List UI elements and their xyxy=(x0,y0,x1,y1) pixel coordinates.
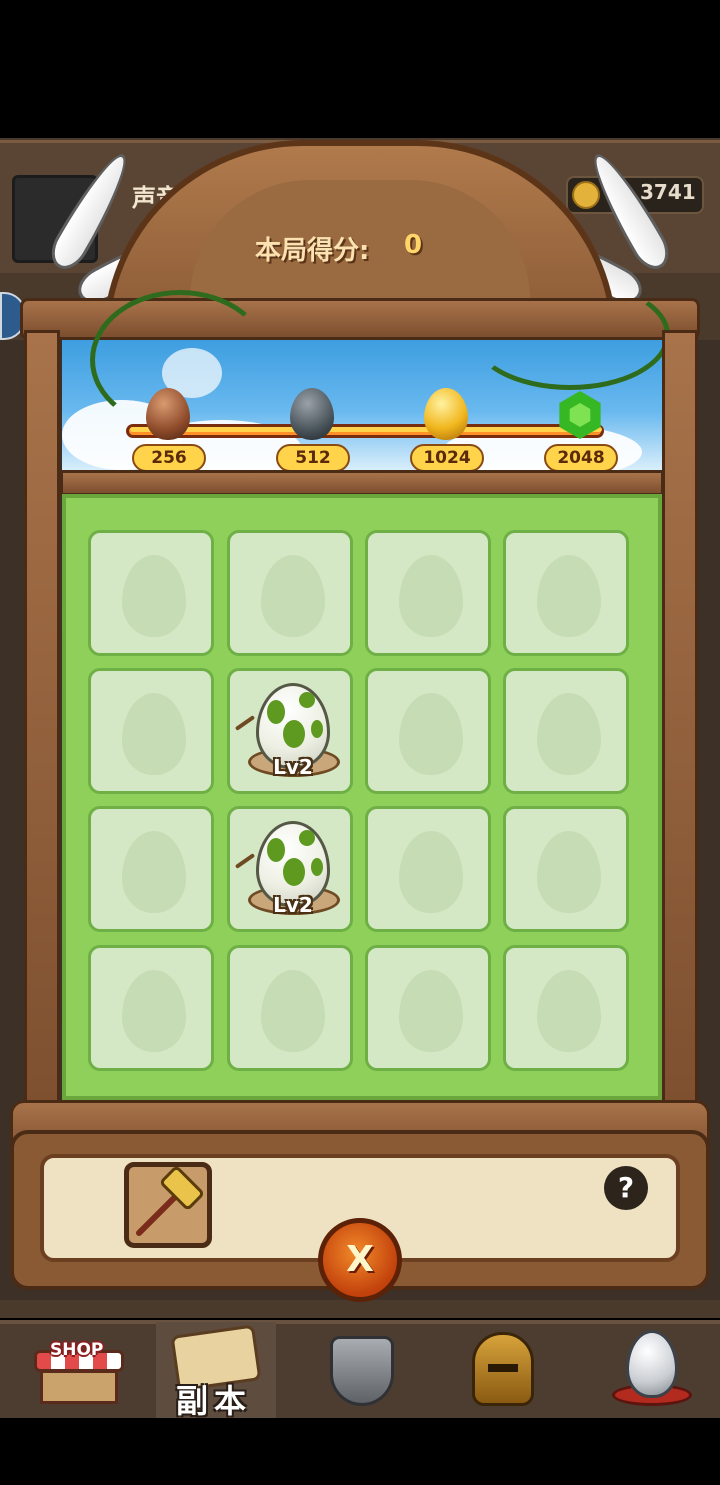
egg-level-label: Lv2 xyxy=(273,893,313,917)
nav-dungeon-label: 副本 xyxy=(176,1382,253,1420)
grid-cell-egg[interactable]: Lv2 xyxy=(227,668,353,794)
empty-egg-silhouette xyxy=(399,693,463,775)
grid-cell[interactable] xyxy=(365,806,491,932)
grid-cell-egg[interactable]: Lv2 xyxy=(227,806,353,932)
milestone-256: 256 xyxy=(132,444,206,472)
empty-egg-silhouette xyxy=(122,693,186,775)
egg-spot xyxy=(283,858,305,886)
empty-egg-silhouette xyxy=(537,693,601,775)
grid-cell[interactable] xyxy=(503,668,629,794)
egg-spot xyxy=(283,720,305,748)
empty-egg-silhouette xyxy=(122,555,186,637)
hammer-icon xyxy=(136,1166,204,1236)
nav-battle[interactable] xyxy=(302,1322,422,1418)
grid-cell[interactable] xyxy=(88,945,214,1071)
empty-egg-silhouette xyxy=(122,831,186,913)
empty-egg-silhouette xyxy=(537,970,601,1052)
grid-cell[interactable] xyxy=(88,668,214,794)
crossed-swords-shield-icon xyxy=(330,1336,394,1406)
empty-egg-silhouette xyxy=(261,555,325,637)
nav-hero[interactable] xyxy=(444,1322,564,1418)
vine-decoration xyxy=(470,280,670,390)
milestone-2048: 2048 xyxy=(544,444,618,472)
egg-spot xyxy=(311,858,323,876)
gold-egg-icon xyxy=(424,388,468,440)
helmet-visor xyxy=(488,1364,518,1372)
grid-cell[interactable] xyxy=(503,945,629,1071)
grid-cell[interactable] xyxy=(503,530,629,656)
middle-beam xyxy=(60,470,664,496)
iron-egg-icon xyxy=(290,388,334,440)
right-post xyxy=(662,330,698,1130)
shop-icon xyxy=(40,1370,118,1404)
grid-cell[interactable] xyxy=(227,530,353,656)
nav-shop-label: SHOP xyxy=(50,1340,104,1360)
milestone-512: 512 xyxy=(276,444,350,472)
empty-egg-silhouette xyxy=(399,831,463,913)
grid-cell[interactable] xyxy=(365,668,491,794)
empty-egg-silhouette xyxy=(122,970,186,1052)
nav-dungeon[interactable]: 副本 xyxy=(156,1322,276,1420)
egg-level-label: Lv2 xyxy=(273,755,313,779)
gold-coin-icon xyxy=(572,181,600,209)
egg-spot xyxy=(267,838,285,862)
close-button[interactable]: X xyxy=(318,1218,402,1302)
spotted-egg-tile: Lv2 xyxy=(230,671,356,797)
nest-twig xyxy=(234,715,256,731)
score-label: 本局得分: xyxy=(255,236,370,266)
grid-cell[interactable] xyxy=(88,806,214,932)
copper-egg-icon xyxy=(146,388,190,440)
empty-egg-silhouette xyxy=(537,555,601,637)
spotted-egg-tile: Lv2 xyxy=(230,809,356,935)
grid-cell[interactable] xyxy=(227,945,353,1071)
grid-cell[interactable] xyxy=(88,530,214,656)
progress-track-highlight xyxy=(130,427,602,432)
nav-shop[interactable]: SHOP xyxy=(12,1322,132,1418)
grid-cell[interactable] xyxy=(365,945,491,1071)
gold-value: 3741 xyxy=(640,180,696,204)
egg-spot xyxy=(299,692,315,708)
grid-cell[interactable] xyxy=(503,806,629,932)
help-button[interactable]: ? xyxy=(604,1166,648,1210)
grid-cell[interactable] xyxy=(365,530,491,656)
nest-twig xyxy=(234,853,256,869)
hammer-tool-button[interactable] xyxy=(124,1162,212,1248)
system-bottom-bar xyxy=(0,1418,720,1485)
empty-egg-silhouette xyxy=(261,970,325,1052)
egg-spot xyxy=(299,830,315,846)
egg-spot xyxy=(267,700,285,724)
empty-egg-silhouette xyxy=(399,555,463,637)
game-board: Lv2 Lv2 xyxy=(62,494,662,1100)
empty-egg-silhouette xyxy=(537,831,601,913)
egg-icon xyxy=(626,1330,678,1398)
egg-spot xyxy=(311,720,323,738)
nav-egg[interactable] xyxy=(592,1322,712,1418)
score-value: 0 xyxy=(404,230,423,260)
milestone-1024: 1024 xyxy=(410,444,484,472)
left-post xyxy=(24,330,60,1130)
empty-egg-silhouette xyxy=(399,970,463,1052)
